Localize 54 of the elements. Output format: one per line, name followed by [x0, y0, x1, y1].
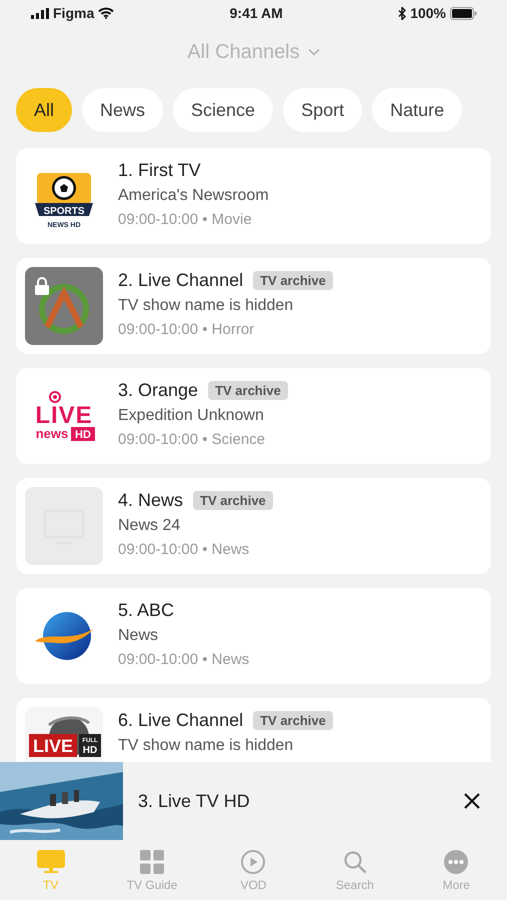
show-title: News	[118, 627, 160, 645]
show-title: America's Newsroom	[118, 187, 269, 205]
channel-name: 6. Live Channel	[118, 710, 244, 731]
channel-name: 5. ABC	[118, 600, 174, 621]
show-time: 09:00-10:00 • Horror	[118, 321, 256, 338]
channel-name: 1. First TV	[118, 160, 201, 181]
channel-name: 3. Orange	[118, 380, 198, 401]
archive-badge: TV archive	[253, 711, 333, 730]
play-icon	[241, 850, 266, 874]
channel-card[interactable]: 5. ABC News 09:00-10:00 • News	[16, 588, 491, 684]
show-time: 09:00-10:00 • Science	[118, 431, 266, 448]
logo-label: SPORTS	[35, 203, 93, 217]
more-icon	[444, 850, 468, 874]
wifi-icon	[98, 7, 114, 19]
search-icon	[342, 850, 367, 874]
show-time: 09:00-10:00 • News	[118, 541, 250, 558]
close-icon	[463, 792, 481, 810]
lock-icon	[35, 277, 49, 295]
signal-icon	[31, 8, 49, 18]
filter-chip[interactable]: Sport	[283, 88, 362, 132]
archive-badge: TV archive	[193, 491, 273, 510]
ring-icon	[49, 391, 61, 403]
battery-icon	[450, 6, 477, 20]
bluetooth-icon	[398, 6, 406, 20]
filter-chip[interactable]: News	[82, 88, 164, 132]
battery-level: 100%	[410, 5, 446, 21]
archive-badge: TV archive	[208, 381, 288, 400]
chevron-down-icon	[308, 48, 320, 56]
show-title: News 24	[118, 517, 182, 535]
channel-name: 4. News	[118, 490, 184, 511]
filter-chip[interactable]: Science	[173, 88, 274, 132]
show-time: 09:00-10:00 • News	[118, 651, 250, 668]
carrier-name: Figma	[53, 5, 94, 21]
now-playing-title: 3. Live TV HD	[138, 790, 251, 812]
channel-name: 2. Live Channel	[118, 270, 244, 291]
logo-label: HD	[71, 427, 95, 441]
status-time: 9:41 AM	[230, 5, 283, 21]
show-title: TV show name is hidden	[118, 297, 294, 315]
logo-text: LIVE	[35, 402, 93, 429]
show-title: Expedition Unknown	[118, 407, 265, 425]
soccer-ball-icon	[52, 176, 76, 200]
filter-chip[interactable]: All	[16, 88, 72, 132]
grid-icon	[140, 850, 164, 874]
show-time: 09:00-10:00 • Movie	[118, 211, 253, 228]
logo-text: news	[36, 426, 68, 441]
channel-card[interactable]: 4. News TV archive News 24 09:00-10:00 • News	[16, 478, 491, 574]
arch-logo-drawing	[39, 284, 89, 334]
tv-icon	[36, 850, 65, 874]
show-title: TV show name is hidden	[118, 737, 294, 755]
filter-chip[interactable]: Nature	[372, 88, 462, 132]
logo-label: LIVE	[29, 734, 77, 757]
channel-card[interactable]: 2. Live Channel TV archive TV show name is hidden 09:00-10:00 • Horror	[16, 258, 491, 354]
channel-card[interactable]: LIVE news HD 3. Orange TV archive Expedition Unknown 09:00-10:00 • Science	[16, 368, 491, 464]
archive-badge: TV archive	[253, 271, 333, 290]
